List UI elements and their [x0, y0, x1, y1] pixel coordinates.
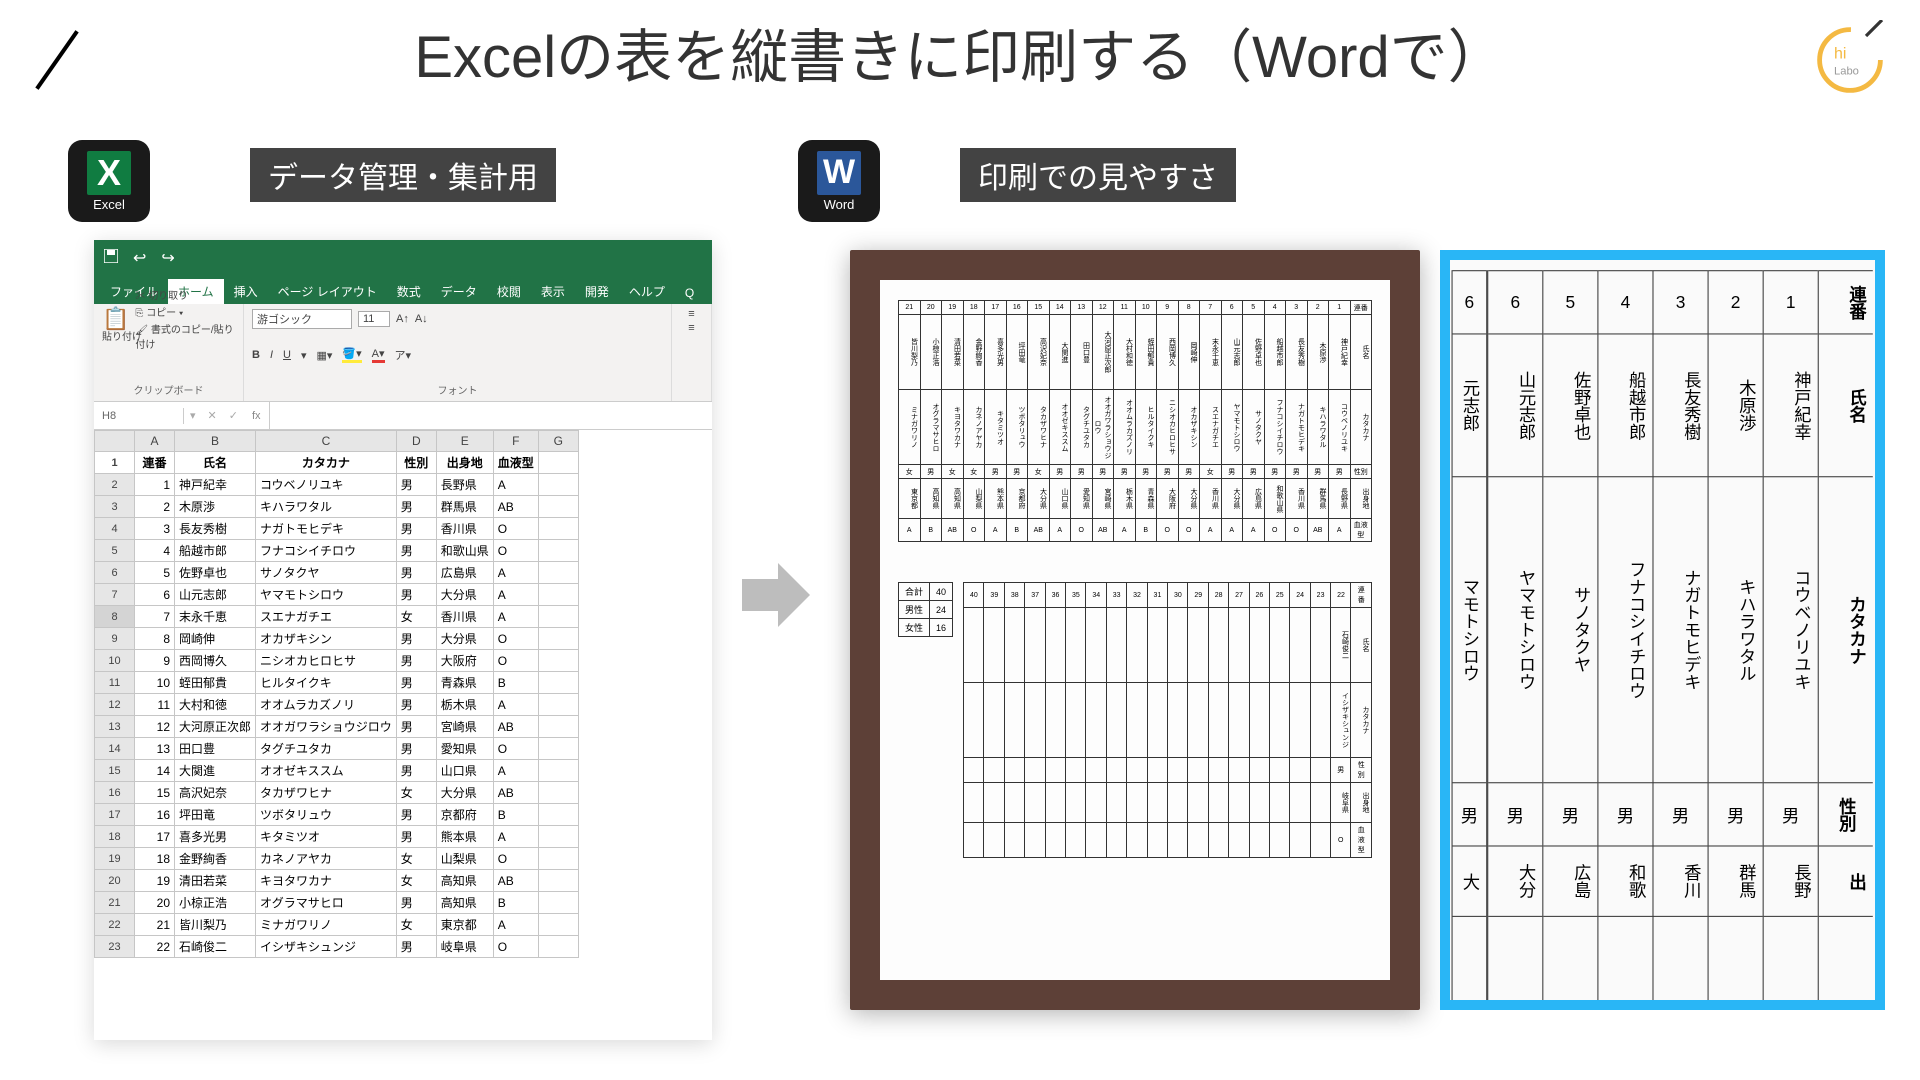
logo-chiilabo: hi Labo	[1810, 20, 1890, 100]
ribbon-tab[interactable]: 校閲	[487, 279, 531, 304]
word-app-icon: WWord	[798, 140, 880, 222]
page-title: Excelの表を縦書きに印刷する（Wordで）	[0, 10, 1920, 94]
summary-table: 合計40 男性24 女性16	[898, 582, 953, 637]
printed-table-2: 40393837363534333231302928272625242322連番…	[963, 582, 1372, 858]
border-icon[interactable]: ▦▾	[317, 349, 333, 362]
name-box[interactable]: H8	[94, 408, 184, 424]
font-name-select[interactable]: 游ゴシック	[252, 309, 352, 329]
save-icon[interactable]	[104, 249, 118, 268]
svg-text:hi: hi	[1834, 45, 1846, 62]
ribbon-tab[interactable]: ページ レイアウト	[268, 279, 387, 304]
cut-button[interactable]: ✂ 切り取り	[135, 287, 235, 302]
fill-color-icon[interactable]: 🪣▾	[342, 347, 361, 363]
font-group-label: フォント	[252, 380, 663, 397]
ribbon-tab[interactable]: 開発	[575, 279, 619, 304]
worksheet[interactable]: ABCDEFG1連番氏名カタカナ性別出身地血液型21神戸紀幸コウベノリユキ男長野…	[94, 430, 712, 1040]
bold-button[interactable]: B	[252, 349, 260, 361]
paste-label: 貼り付け	[102, 328, 235, 343]
italic-button[interactable]: I	[270, 349, 273, 361]
caption-excel: データ管理・集計用	[250, 148, 556, 202]
clipboard-group-label: クリップボード	[102, 380, 235, 397]
font-size-select[interactable]: 11	[358, 311, 390, 327]
underline-button[interactable]: U	[283, 349, 291, 361]
phonetic-icon[interactable]: ア▾	[395, 347, 412, 363]
undo-icon[interactable]: ↩	[133, 248, 146, 268]
caption-word: 印刷での見やすさ	[960, 148, 1236, 202]
excel-window: ↩ ↪ ファイルホーム挿入ページ レイアウト数式データ校閲表示開発ヘルプQ 📋 …	[94, 240, 712, 1040]
arrow-right-icon	[734, 555, 814, 635]
word-printout-photo: 212019181716151413121110987654321連番皆川梨乃小…	[850, 250, 1420, 1010]
printed-table-1: 212019181716151413121110987654321連番皆川梨乃小…	[898, 300, 1372, 542]
ribbon-tab[interactable]: 数式	[387, 279, 431, 304]
redo-icon[interactable]: ↪	[161, 248, 174, 268]
excel-titlebar: ↩ ↪	[94, 240, 712, 276]
tell-me-icon[interactable]: Q	[675, 282, 704, 304]
zoom-inset: 連番 氏名 カタカナ 性別 出 1 神戸紀幸 コウベノリユキ 男 長野 2 木原…	[1440, 250, 1885, 1010]
ribbon: 📋 ✂ 切り取り ⎘ コピー ▾ 🖌 書式のコピー/貼り付け 貼り付け クリップ…	[94, 304, 712, 402]
copy-button[interactable]: ⎘ コピー ▾	[135, 304, 235, 319]
formula-bar: H8 ▾ ✕ ✓ fx	[94, 402, 712, 430]
ribbon-tab[interactable]: 表示	[531, 279, 575, 304]
increase-font-icon[interactable]: A↑	[396, 313, 409, 325]
fx-icon[interactable]: fx	[244, 410, 269, 422]
ribbon-tab[interactable]: ヘルプ	[619, 279, 675, 304]
decrease-font-icon[interactable]: A↓	[415, 313, 428, 325]
align-top-icon[interactable]: ≡	[688, 308, 694, 320]
excel-app-icon: XExcel	[68, 140, 150, 222]
align-middle-icon[interactable]: ≡	[688, 322, 694, 334]
font-color-icon[interactable]: A▾	[372, 347, 385, 363]
svg-text:Labo: Labo	[1834, 65, 1859, 77]
ribbon-tab[interactable]: データ	[431, 279, 487, 304]
